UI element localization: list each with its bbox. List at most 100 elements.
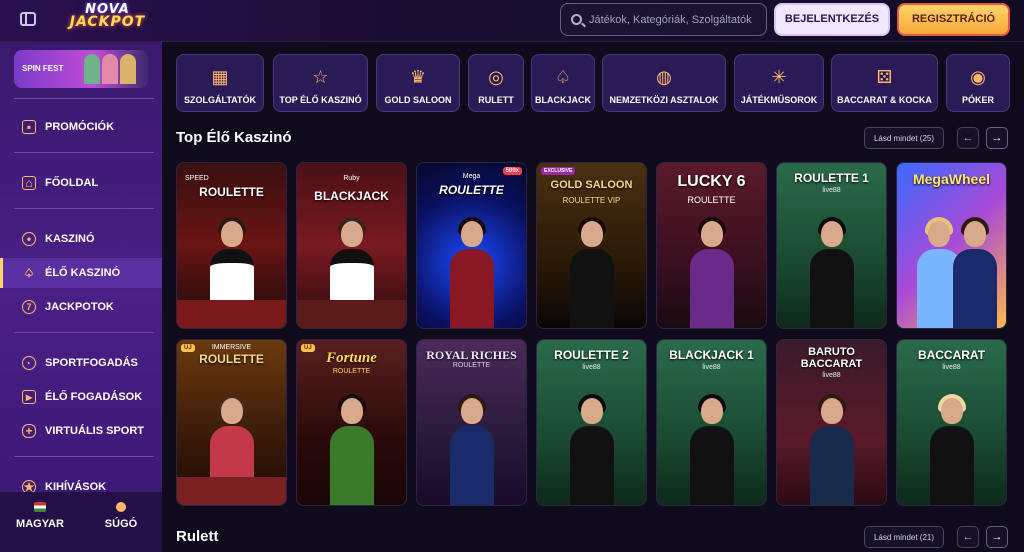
divider — [14, 456, 154, 457]
category-roulette[interactable]: ◎ RULETT — [468, 54, 524, 112]
provider-label: live88 — [582, 364, 601, 371]
live-icon: ▸ — [22, 390, 36, 404]
sidebar: SPIN FEST ▪ PROMÓCIÓK ⌂ FŐOLDAL • KASZIN… — [0, 42, 162, 552]
game-tile[interactable]: 500x Mega ROULETTE — [416, 162, 527, 329]
game-tile[interactable]: MegaWheel — [896, 162, 1007, 329]
game-subtitle: SPEED — [185, 175, 209, 182]
sidebar-toggle-icon[interactable] — [20, 12, 36, 26]
help-button[interactable]: SÚGÓ — [81, 502, 161, 530]
category-baccarat-dice[interactable]: ⚄ BACCARAT & KOCKA — [831, 54, 938, 112]
grid-icon: ▦ — [211, 67, 229, 87]
next-arrow-button[interactable]: → — [986, 127, 1008, 149]
search-input[interactable] — [589, 10, 764, 30]
category-top-live-casino[interactable]: ☆ TOP ÉLŐ KASZINÓ — [273, 54, 368, 112]
category-poker[interactable]: ◉ PÓKER — [946, 54, 1010, 112]
dice-icon: ⚄ — [876, 67, 893, 87]
roulette-icon: ◎ — [488, 67, 504, 87]
game-title: ROULETTE — [439, 183, 504, 197]
register-button[interactable]: REGISZTRÁCIÓ — [897, 3, 1010, 36]
search-box[interactable] — [560, 3, 767, 36]
sidebar-item-live-casino[interactable]: ♤ ÉLŐ KASZINÓ — [0, 258, 162, 288]
sidebar-item-sports-betting[interactable]: · SPORTFOGADÁS — [0, 348, 162, 378]
category-gold-saloon[interactable]: ♛ GOLD SALOON — [376, 54, 460, 112]
star-icon: ☆ — [312, 67, 329, 87]
gift-icon: ▪ — [22, 120, 36, 134]
next-arrow-button[interactable]: → — [986, 526, 1008, 548]
dealer-image — [690, 394, 734, 505]
top-bar: NOVA JACKPOT BEJELENTKEZÉS REGISZTRÁCIÓ — [0, 0, 1024, 42]
language-label: MAGYAR — [16, 518, 64, 530]
sidebar-item-label: ÉLŐ FOGADÁSOK — [45, 391, 143, 403]
prev-arrow-button[interactable]: ← — [957, 127, 979, 149]
game-tile[interactable]: BLACKJACK 1 live88 — [656, 339, 767, 506]
divider — [14, 152, 154, 153]
category-label: GOLD SALOON — [384, 95, 452, 105]
game-tile[interactable]: LUCKY 6 ROULETTE — [656, 162, 767, 329]
provider-label: live88 — [702, 364, 721, 371]
game-title: ROULETTE — [199, 185, 264, 199]
category-international-tables[interactable]: ◍ NEMZETKÖZI ASZTALOK — [602, 54, 726, 112]
see-all-button[interactable]: Lásd mindet (21) — [864, 526, 944, 548]
dealer-image — [930, 394, 974, 505]
dealer-image — [450, 394, 494, 505]
game-title: ROYAL RICHES — [426, 348, 517, 362]
roulette-table-image — [177, 300, 286, 328]
language-button[interactable]: MAGYAR — [0, 502, 80, 530]
sidebar-item-label: FŐOLDAL — [45, 177, 99, 189]
game-tile[interactable]: ÚJ IMMERSIVE ROULETTE — [176, 339, 287, 506]
game-subtitle: Mega — [462, 173, 481, 180]
sidebar-item-jackpots[interactable]: 7 JACKPOTOK — [0, 292, 162, 322]
sidebar-item-promotions[interactable]: ▪ PROMÓCIÓK — [0, 112, 162, 142]
game-title: GOLD SALOON — [550, 179, 633, 191]
spin-fest-label: SPIN FEST — [22, 64, 64, 73]
see-all-button[interactable]: Lásd mindet (25) — [864, 127, 944, 149]
game-tile[interactable]: ROULETTE 2 live88 — [536, 339, 647, 506]
sidebar-item-casino[interactable]: • KASZINÓ — [0, 224, 162, 254]
roulette-table-image — [177, 477, 286, 505]
game-tile[interactable]: EXCLUSIVE GOLD SALOON ROULETTE VIP — [536, 162, 647, 329]
login-button[interactable]: BEJELENTKEZÉS — [774, 3, 890, 36]
category-label: SZOLGÁLTATÓK — [184, 95, 256, 105]
game-title: ROULETTE 1 — [794, 171, 869, 185]
game-subtitle: IMMERSIVE — [211, 344, 252, 351]
category-blackjack[interactable]: ♤ BLACKJACK — [531, 54, 595, 112]
category-game-shows[interactable]: ✳ JÁTÉKMŰSOROK — [734, 54, 824, 112]
category-label: BACCARAT & KOCKA — [837, 95, 932, 105]
provider-label: live88 — [822, 187, 841, 194]
game-tile[interactable]: BACCARAT live88 — [896, 339, 1007, 506]
prev-arrow-button[interactable]: ← — [957, 526, 979, 548]
game-subtitle: ROULETTE — [687, 195, 736, 205]
game-subtitle: ROULETTE — [452, 362, 491, 369]
sidebar-item-live-betting[interactable]: ▸ ÉLŐ FOGADÁSOK — [0, 382, 162, 412]
game-tile[interactable]: ROULETTE 1 live88 — [776, 162, 887, 329]
game-tile[interactable]: BARUTO BACCARAT live88 — [776, 339, 887, 506]
sidebar-item-virtual-sports[interactable]: + VIRTUÁLIS SPORT — [0, 416, 162, 446]
home-icon: ⌂ — [22, 176, 36, 190]
game-tile[interactable]: ÚJ Fortune ROULETTE — [296, 339, 407, 506]
game-tile[interactable]: Ruby BLACKJACK — [296, 162, 407, 329]
help-label: SÚGÓ — [104, 518, 138, 530]
game-title: MegaWheel — [912, 171, 990, 187]
game-title: BLACKJACK — [314, 189, 389, 203]
spade-icon: ♤ — [554, 67, 572, 87]
category-label: RULETT — [478, 95, 514, 105]
spin-fest-banner[interactable]: SPIN FEST — [14, 50, 148, 88]
category-providers[interactable]: ▦ SZOLGÁLTATÓK — [176, 54, 264, 112]
divider — [14, 98, 154, 99]
wheel-icon: ✳ — [771, 67, 787, 87]
category-label: TOP ÉLŐ KASZINÓ — [279, 95, 362, 105]
roulette-icon: • — [22, 232, 36, 246]
category-label: BLACKJACK — [535, 95, 591, 105]
sidebar-item-label: PROMÓCIÓK — [45, 121, 115, 133]
game-tile[interactable]: SPEED ROULETTE — [176, 162, 287, 329]
promo-figures-image — [82, 54, 142, 84]
sidebar-item-home[interactable]: ⌂ FŐOLDAL — [0, 168, 162, 198]
category-label: NEMZETKÖZI ASZTALOK — [609, 95, 719, 105]
logo[interactable]: NOVA JACKPOT — [60, 3, 155, 34]
dealer-image — [570, 217, 614, 328]
host-image — [953, 217, 997, 328]
game-tile[interactable]: ROYAL RICHES ROULETTE — [416, 339, 527, 506]
ball-icon: · — [22, 356, 36, 370]
seven-icon: 7 — [22, 300, 36, 314]
game-title: BLACKJACK 1 — [669, 348, 754, 362]
